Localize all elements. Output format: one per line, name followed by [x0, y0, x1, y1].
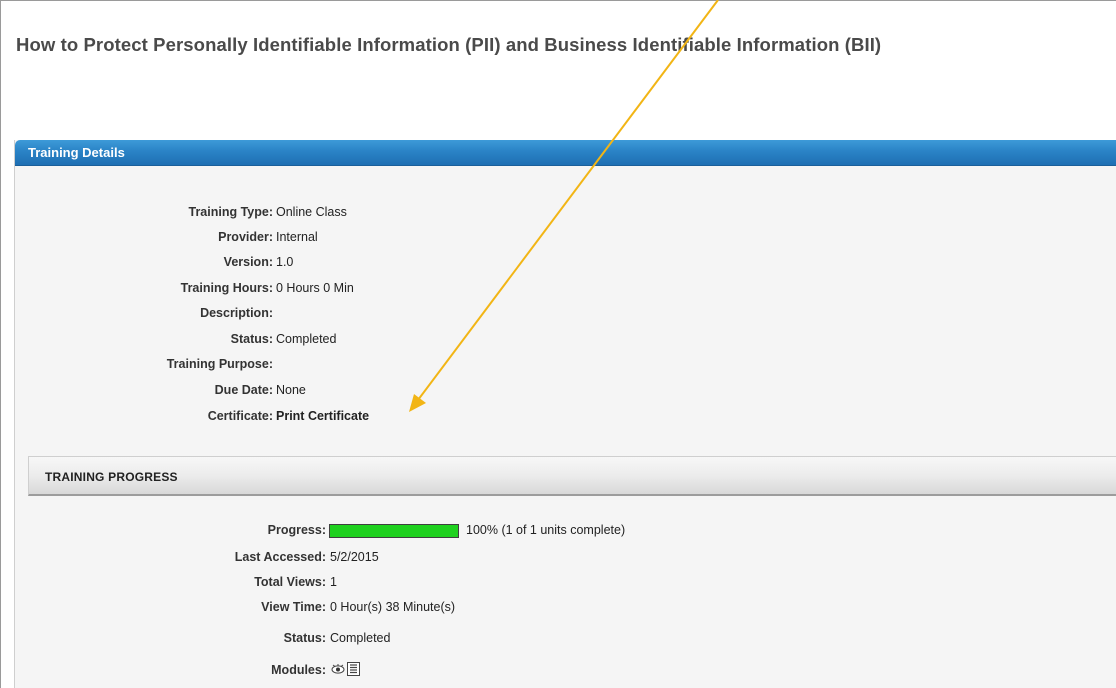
- detail-label: Status:: [230, 332, 273, 346]
- detail-value: Completed: [276, 332, 337, 346]
- panel-header: Training Details: [15, 140, 1116, 166]
- detail-value: 1.0: [276, 255, 294, 269]
- progress-status-row: Status: Completed: [0, 630, 800, 646]
- view-time-row: View Time: 0 Hour(s) 38 Minute(s): [0, 599, 800, 615]
- detail-value: 0 Hours 0 Min: [276, 281, 354, 295]
- detail-value: Internal: [276, 230, 318, 244]
- detail-value: Online Class: [276, 205, 347, 219]
- section-title: TRAINING PROGRESS: [45, 470, 178, 484]
- status-value: Completed: [330, 631, 391, 645]
- detail-row-training-type: Training Type: Online Class: [14, 204, 614, 220]
- modules-row: Modules:: [0, 662, 800, 678]
- detail-label: Version:: [223, 255, 273, 269]
- progress-label: Progress:: [267, 523, 326, 537]
- total-views-value: 1: [330, 575, 337, 589]
- view-icon[interactable]: [331, 663, 346, 676]
- list-icon[interactable]: [347, 662, 360, 676]
- total-views-label: Total Views:: [254, 575, 326, 589]
- detail-label: Training Type:: [188, 205, 274, 219]
- last-accessed-row: Last Accessed: 5/2/2015: [0, 549, 800, 565]
- progress-bar-fill: [330, 525, 458, 537]
- detail-label: Description:: [200, 306, 273, 320]
- status-label: Status:: [283, 631, 326, 645]
- total-views-row: Total Views: 1: [0, 574, 800, 590]
- detail-label: Due Date:: [214, 383, 273, 397]
- detail-label: Training Hours:: [180, 281, 273, 295]
- detail-value: None: [276, 383, 306, 397]
- last-accessed-value: 5/2/2015: [330, 550, 379, 564]
- view-time-value: 0 Hour(s) 38 Minute(s): [330, 600, 456, 614]
- progress-bar: [329, 524, 459, 538]
- page-title: How to Protect Personally Identifiable I…: [16, 34, 882, 55]
- training-progress-header: TRAINING PROGRESS: [28, 456, 1116, 496]
- progress-row: Progress: 100% (1 of 1 units complete): [0, 522, 800, 540]
- detail-row-due-date: Due Date: None: [14, 382, 614, 398]
- detail-row-provider: Provider: Internal: [14, 229, 614, 245]
- print-certificate-link[interactable]: Print Certificate: [276, 408, 369, 424]
- detail-label: Certificate:: [207, 409, 273, 423]
- detail-label: Training Purpose:: [166, 357, 273, 371]
- panel-title: Training Details: [28, 145, 125, 160]
- detail-row-status: Status: Completed: [14, 331, 614, 347]
- detail-row-certificate: Certificate: Print Certificate: [14, 408, 614, 424]
- detail-row-training-purpose: Training Purpose:: [14, 356, 614, 372]
- detail-label: Provider:: [218, 230, 273, 244]
- detail-row-training-hours: Training Hours: 0 Hours 0 Min: [14, 280, 614, 296]
- modules-label: Modules:: [271, 663, 326, 677]
- progress-text: 100% (1 of 1 units complete): [466, 523, 626, 537]
- view-time-label: View Time:: [261, 600, 326, 614]
- last-accessed-label: Last Accessed:: [234, 550, 326, 564]
- module-icons: [331, 662, 360, 676]
- detail-row-description: Description:: [14, 305, 614, 321]
- detail-row-version: Version: 1.0: [14, 254, 614, 270]
